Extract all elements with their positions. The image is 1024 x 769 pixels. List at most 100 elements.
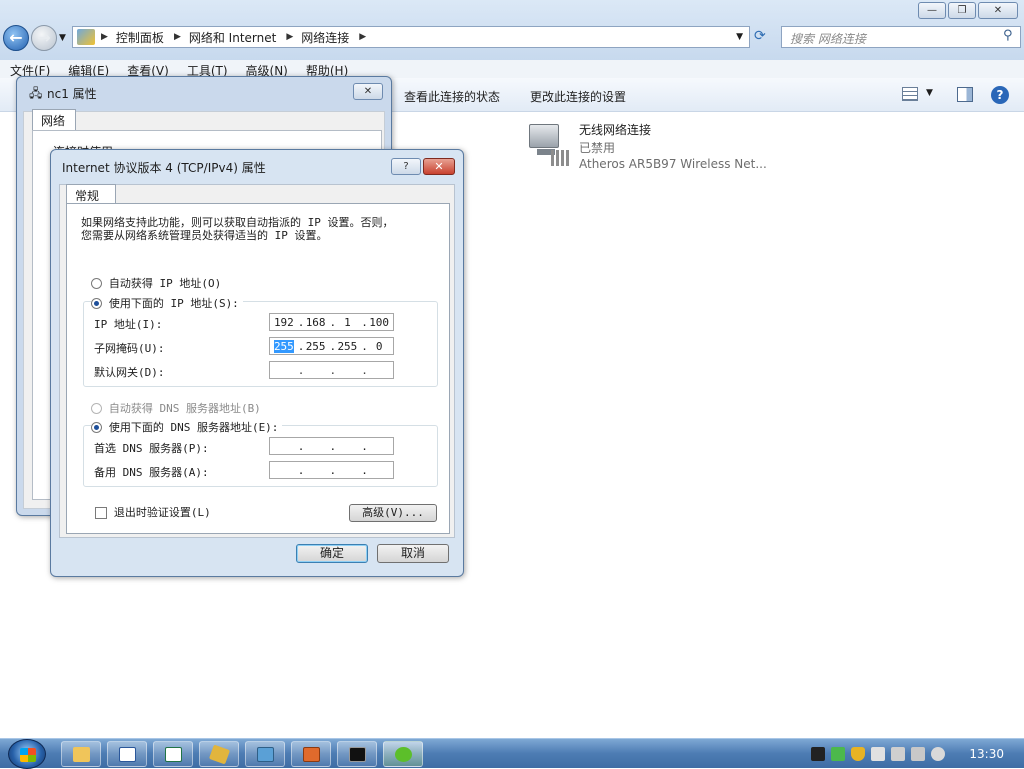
view-status-button[interactable]: 查看此连接的状态 <box>404 88 500 105</box>
back-button[interactable]: ← <box>3 25 29 51</box>
ipv4-properties-dialog: Internet 协议版本 4 (TCP/IPv4) 属性 ? ✕ 常规 如果网… <box>50 149 464 577</box>
refresh-icon[interactable]: ⟳ <box>754 28 766 44</box>
wireless-connection-item[interactable] <box>525 122 571 168</box>
ip-octet-3[interactable]: 1 <box>334 316 362 329</box>
subnet-mask-field[interactable]: 255. 255. 255. 0 <box>269 337 394 355</box>
taskbar-excel[interactable] <box>153 741 193 767</box>
auto-ip-radio[interactable] <box>91 278 102 289</box>
change-settings-button[interactable]: 更改此连接的设置 <box>530 88 626 105</box>
connection-name[interactable]: 无线网络连接 <box>579 121 651 138</box>
auto-dns-option[interactable]: 自动获得 DNS 服务器地址(B) <box>91 400 261 416</box>
breadcrumb-network-connections[interactable]: 网络连接 <box>301 29 349 46</box>
taskbar-app-4[interactable] <box>199 741 239 767</box>
taskbar-app-5[interactable] <box>245 741 285 767</box>
minimize-button[interactable]: — <box>918 2 946 19</box>
app-tray-icon[interactable] <box>831 747 846 761</box>
nc1-close-button[interactable]: ✕ <box>353 83 383 100</box>
manual-dns-radio[interactable] <box>91 422 102 433</box>
view-options-icon[interactable] <box>902 87 918 101</box>
subnet-octet-2[interactable]: 255 <box>302 340 330 353</box>
auto-ip-option[interactable]: 自动获得 IP 地址(O) <box>91 275 221 291</box>
validate-label: 退出时验证设置(L) <box>113 506 211 519</box>
windows-logo-icon <box>20 748 36 762</box>
ip-address-label: IP 地址(I): <box>94 318 163 331</box>
chevron-right-icon: ▶ <box>101 32 108 42</box>
auto-dns-label: 自动获得 DNS 服务器地址(B) <box>108 402 261 415</box>
chevron-right-icon: ▶ <box>173 32 181 42</box>
manual-dns-option[interactable]: 使用下面的 DNS 服务器地址(E): <box>91 419 283 435</box>
recent-pages-dropdown[interactable]: ▼ <box>59 33 66 43</box>
taskbar-app-6[interactable] <box>291 741 331 767</box>
ip-address-field[interactable]: 192. 168. 1. 100 <box>269 313 394 331</box>
preferred-dns-label: 首选 DNS 服务器(P): <box>94 442 209 455</box>
security-center-icon[interactable] <box>871 747 886 761</box>
ip-description: 如果网络支持此功能，则可以获取自动指派的 IP 设置。否则， 您需要从网络系统管… <box>81 216 441 242</box>
address-bar[interactable]: ▶ 控制面板 ▶ 网络和 Internet ▶ 网络连接 ▶ ▼ <box>72 26 750 48</box>
manual-ip-option[interactable]: 使用下面的 IP 地址(S): <box>91 295 243 311</box>
help-button[interactable]: ? <box>391 158 421 175</box>
taskbar-word[interactable] <box>107 741 147 767</box>
validate-option[interactable]: 退出时验证设置(L) <box>95 504 211 520</box>
computer-icon <box>529 124 559 148</box>
volume-icon[interactable] <box>931 747 946 761</box>
cancel-button[interactable]: 取消 <box>377 544 449 563</box>
start-button[interactable] <box>8 739 46 769</box>
usb-icon[interactable] <box>891 747 906 761</box>
alternate-dns-label: 备用 DNS 服务器(A): <box>94 466 209 479</box>
preferred-dns-field[interactable]: . . . <box>269 437 394 455</box>
auto-dns-radio[interactable] <box>91 403 102 414</box>
network-icon[interactable] <box>911 747 926 761</box>
breadcrumb-network-internet[interactable]: 网络和 Internet <box>189 29 276 46</box>
restore-button[interactable]: ❐ <box>948 2 976 19</box>
ok-button[interactable]: 确定 <box>296 544 368 563</box>
search-icon[interactable]: ⚲ <box>1003 28 1013 43</box>
search-input[interactable]: 搜索 网络连接 <box>781 26 1021 48</box>
nc1-dialog-title: nc1 属性 <box>47 87 97 101</box>
media-icon <box>303 747 320 762</box>
alternate-dns-field[interactable]: . . . <box>269 461 394 479</box>
ip-octet-1[interactable]: 192 <box>270 316 298 329</box>
preview-pane-icon[interactable] <box>957 87 973 102</box>
ipv4-dialog-title: Internet 协议版本 4 (TCP/IPv4) 属性 <box>62 161 266 175</box>
browser-icon <box>395 747 412 762</box>
advanced-button[interactable]: 高级(V)... <box>349 504 437 522</box>
validate-checkbox[interactable] <box>95 506 107 519</box>
subnet-octet-4[interactable]: 0 <box>365 340 393 353</box>
window-controls: — ❐ ✕ <box>918 2 1018 19</box>
address-dropdown-icon[interactable]: ▼ <box>736 32 743 42</box>
archive-icon <box>208 744 231 765</box>
manual-ip-radio[interactable] <box>91 298 102 309</box>
film-icon[interactable] <box>811 747 826 761</box>
shield-icon[interactable] <box>851 747 866 761</box>
folder-icon <box>73 747 90 762</box>
help-icon[interactable]: ? <box>991 86 1009 104</box>
description-line-1: 如果网络支持此功能，则可以获取自动指派的 IP 设置。否则， <box>81 216 394 229</box>
tab-general[interactable]: 常规 <box>66 184 116 204</box>
gateway-field[interactable]: . . . <box>269 361 394 379</box>
forward-button[interactable]: → <box>31 25 57 51</box>
subnet-octet-3[interactable]: 255 <box>334 340 362 353</box>
clock[interactable]: 13:30 <box>969 747 1004 761</box>
chevron-down-icon[interactable]: ▼ <box>926 88 933 98</box>
taskbar-app-8[interactable] <box>383 741 423 767</box>
ip-octet-2[interactable]: 168 <box>302 316 330 329</box>
ip-octet-4[interactable]: 100 <box>365 316 393 329</box>
chevron-right-icon: ▶ <box>359 32 367 42</box>
manual-ip-label: 使用下面的 IP 地址(S): <box>108 297 239 310</box>
remote-desktop-icon <box>257 747 274 762</box>
close-button[interactable]: ✕ <box>978 2 1018 19</box>
ipv4-close-button[interactable]: ✕ <box>423 158 455 175</box>
description-line-2: 您需要从网络系统管理员处获得适当的 IP 设置。 <box>81 229 328 242</box>
subnet-octet-1[interactable]: 255 <box>273 339 294 353</box>
tab-network[interactable]: 网络 <box>32 109 76 131</box>
taskbar-explorer[interactable] <box>61 741 101 767</box>
gateway-label: 默认网关(D): <box>94 366 165 379</box>
connection-status: 已禁用 <box>579 141 616 155</box>
breadcrumb-control-panel[interactable]: 控制面板 <box>116 29 164 46</box>
connection-adapter: Atheros AR5B97 Wireless Net... <box>579 157 767 171</box>
taskbar-cmd[interactable] <box>337 741 377 767</box>
manual-dns-label: 使用下面的 DNS 服务器地址(E): <box>108 421 279 434</box>
ipv4-panel: 常规 如果网络支持此功能，则可以获取自动指派的 IP 设置。否则， 您需要从网络… <box>59 184 455 538</box>
signal-bars-icon <box>551 150 571 166</box>
excel-icon <box>165 747 182 762</box>
